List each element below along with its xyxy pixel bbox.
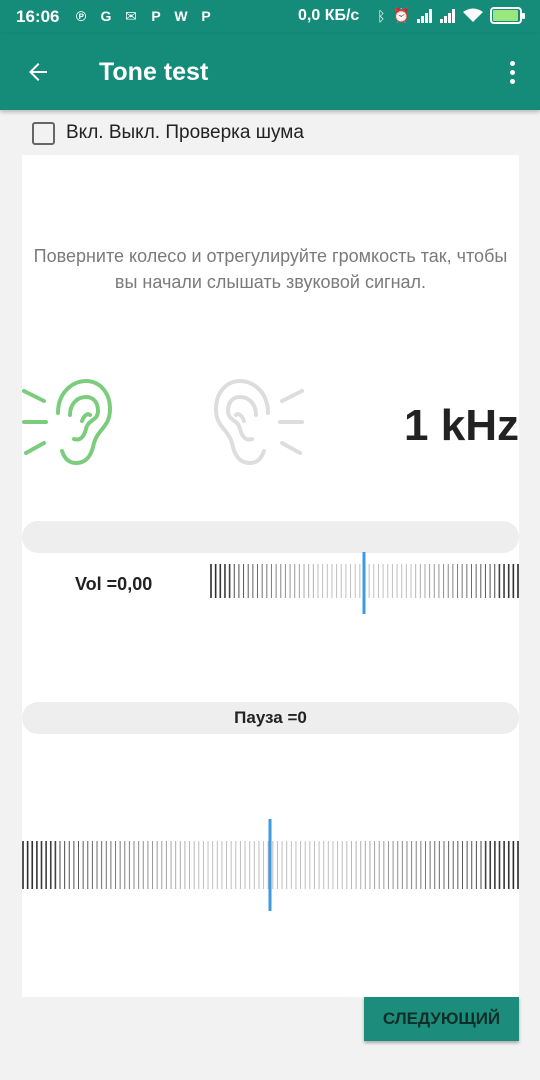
more-vert-icon bbox=[509, 60, 515, 66]
c-app-icon: G bbox=[100, 8, 112, 24]
app-bar: Tone test bbox=[0, 34, 540, 110]
frequency-label: 1 kHz bbox=[404, 401, 519, 450]
tone-test-card: Поверните колесо и отрегулируйте громкос… bbox=[22, 155, 519, 997]
mail-icon: ✉ bbox=[125, 8, 137, 24]
status-time: 16:06 bbox=[16, 7, 60, 26]
notification-icons: ℗ G ✉ P W P bbox=[72, 8, 215, 25]
p-app-icon: P bbox=[151, 8, 161, 24]
signal-icon bbox=[440, 8, 455, 23]
ear-left-icon[interactable] bbox=[22, 377, 114, 467]
noise-check-label: Вкл. Выкл. Проверка шума bbox=[66, 122, 304, 143]
noise-check-checkbox[interactable] bbox=[32, 121, 55, 145]
ear-right-icon[interactable] bbox=[212, 377, 304, 467]
network-speed: 0,0 КБ/с bbox=[298, 7, 360, 24]
wifi-icon bbox=[463, 8, 483, 22]
volume-label: Vol =0,00 bbox=[75, 574, 153, 594]
pause-wheel[interactable] bbox=[22, 819, 519, 911]
wheel-indicator bbox=[362, 552, 366, 614]
noise-check-row[interactable]: Вкл. Выкл. Проверка шума bbox=[32, 119, 304, 147]
pinterest-icon: ℗ bbox=[75, 8, 87, 24]
back-button[interactable] bbox=[20, 54, 56, 90]
next-button[interactable]: СЛЕДУЮЩИЙ bbox=[364, 997, 519, 1041]
bluetooth-icon: ᛒ bbox=[377, 7, 386, 24]
wheel-indicator bbox=[268, 819, 272, 911]
status-bar: 16:06 ℗ G ✉ P W P 0,0 КБ/с ᛒ ⏰ bbox=[0, 0, 540, 34]
pause-label: Пауза =0 bbox=[234, 708, 307, 727]
alarm-off-icon: ⏰ bbox=[392, 7, 410, 23]
arrow-back-icon bbox=[29, 63, 47, 81]
signal-icon bbox=[417, 8, 432, 23]
pause-bar: Пауза =0 bbox=[22, 702, 519, 734]
volume-wheel[interactable] bbox=[210, 552, 519, 614]
instructions-text: Поверните колесо и отрегулируйте громкос… bbox=[33, 246, 508, 292]
battery-charging-icon bbox=[490, 7, 525, 24]
page-title: Tone test bbox=[99, 58, 209, 86]
p-app-icon: P bbox=[201, 8, 211, 24]
system-icons: ᛒ ⏰ bbox=[377, 7, 525, 24]
volume-progress-bar bbox=[22, 521, 519, 553]
more-options-button[interactable] bbox=[502, 54, 522, 90]
ww-app-icon: W bbox=[174, 8, 188, 24]
